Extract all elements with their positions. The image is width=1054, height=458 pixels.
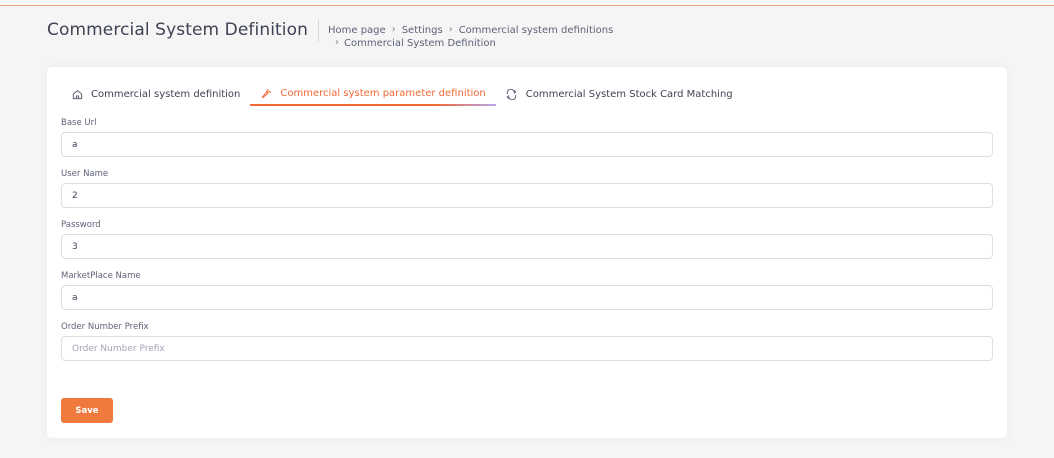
breadcrumb-commercial-system-definitions[interactable]: Commercial system definitions	[459, 24, 614, 37]
order-number-prefix-field-group: Order Number Prefix	[61, 321, 993, 361]
order-number-prefix-input[interactable]	[61, 336, 993, 361]
order-number-prefix-label: Order Number Prefix	[61, 322, 149, 332]
swap-arrows-icon	[506, 88, 518, 100]
tab-label: Commercial system parameter definition	[280, 87, 486, 99]
main-card: Commercial system definition Commercial …	[47, 67, 1007, 438]
breadcrumb-settings[interactable]: Settings	[402, 24, 443, 37]
user-name-field-group: User Name	[61, 168, 993, 208]
breadcrumb-current: Commercial System Definition	[344, 38, 496, 49]
chevron-right-icon: ›	[335, 37, 339, 48]
chevron-right-icon: ›	[448, 24, 453, 35]
tab-commercial-system-parameter-definition[interactable]: Commercial system parameter definition	[250, 82, 497, 106]
page-header: Commercial System Definition Home page ›…	[47, 18, 613, 50]
page-title: Commercial System Definition	[47, 20, 308, 40]
header-divider	[318, 20, 319, 42]
tab-label: Commercial System Stock Card Matching	[525, 88, 733, 100]
base-url-label: Base Url	[61, 118, 97, 128]
save-button[interactable]: Save	[61, 398, 113, 423]
user-name-label: User Name	[61, 169, 109, 179]
tab-commercial-system-stock-card-matching[interactable]: Commercial System Stock Card Matching	[496, 82, 743, 106]
base-url-field-group: Base Url	[61, 117, 993, 157]
marketplace-name-field-group: MarketPlace Name	[61, 270, 993, 310]
password-input[interactable]	[61, 234, 993, 259]
top-accent-bar	[0, 0, 1054, 6]
password-field-group: Password	[61, 219, 993, 259]
chevron-right-icon: ›	[391, 24, 396, 35]
tab-label: Commercial system definition	[91, 88, 241, 100]
parameter-form: Base Url User Name Password MarketPlace …	[61, 117, 993, 372]
tab-bar: Commercial system definition Commercial …	[61, 82, 743, 106]
wrench-icon	[260, 87, 272, 99]
password-label: Password	[61, 220, 101, 230]
tab-commercial-system-definition[interactable]: Commercial system definition	[61, 82, 250, 106]
user-name-input[interactable]	[61, 183, 993, 208]
base-url-input[interactable]	[61, 132, 993, 157]
marketplace-name-input[interactable]	[61, 285, 993, 310]
home-icon	[71, 88, 83, 100]
marketplace-name-label: MarketPlace Name	[61, 271, 141, 281]
breadcrumb: Home page › Settings › Commercial system…	[328, 24, 613, 50]
